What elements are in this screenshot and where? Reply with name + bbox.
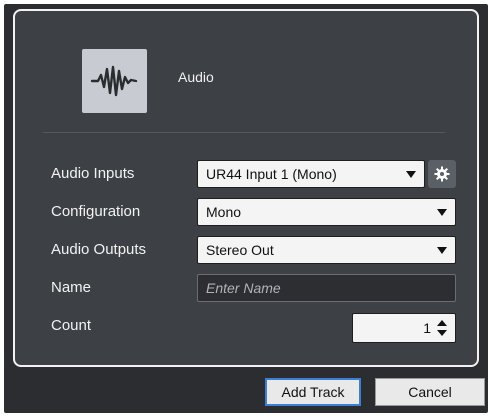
audio-outputs-dropdown[interactable]: Stereo Out [197,236,456,264]
track-settings-panel: Audio Audio Inputs UR44 Input 1 (Mono) C… [13,9,479,367]
count-label: Count [51,317,92,334]
configuration-dropdown[interactable]: Mono [197,198,456,226]
audio-waveform-icon [90,65,138,97]
chevron-down-icon [406,171,416,178]
chevron-down-icon [437,209,447,216]
name-input[interactable] [197,274,456,302]
audio-inputs-label: Audio Inputs [51,165,135,182]
input-settings-button[interactable] [428,160,456,188]
gear-icon [434,166,450,182]
configuration-label: Configuration [51,203,141,220]
track-type-label: Audio [178,69,214,85]
dialog-body: Audio Audio Inputs UR44 Input 1 (Mono) C… [4,4,488,413]
audio-outputs-value: Stereo Out [206,242,274,258]
audio-inputs-dropdown[interactable]: UR44 Input 1 (Mono) [197,160,425,188]
count-stepper[interactable]: 1 [352,313,456,343]
add-track-button[interactable]: Add Track [265,378,361,406]
up-down-arrows-icon[interactable] [437,320,447,336]
configuration-value: Mono [206,204,242,220]
name-label: Name [51,279,92,296]
count-value: 1 [423,320,431,336]
divider [43,132,445,133]
add-track-dialog: Audio Audio Inputs UR44 Input 1 (Mono) C… [0,0,490,417]
audio-track-tile[interactable] [82,49,147,113]
cancel-button[interactable]: Cancel [375,378,485,406]
audio-inputs-value: UR44 Input 1 (Mono) [206,166,337,182]
chevron-down-icon [437,247,447,254]
audio-outputs-label: Audio Outputs [51,241,147,258]
